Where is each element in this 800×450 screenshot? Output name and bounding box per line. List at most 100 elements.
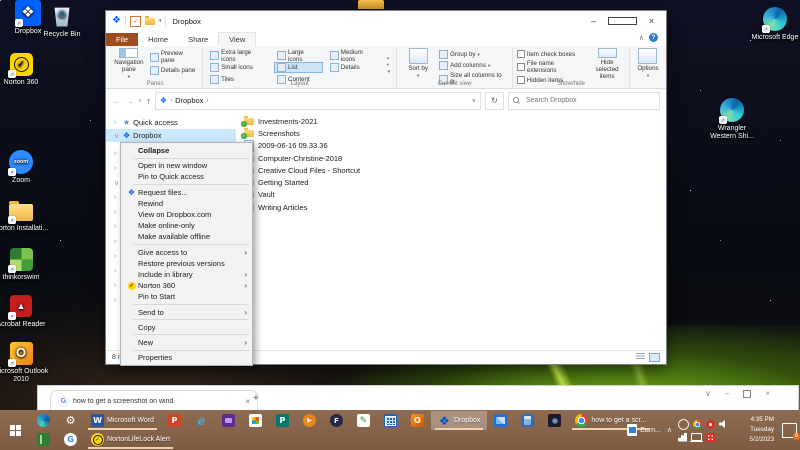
taskbar-button[interactable] <box>269 411 296 430</box>
desktop-icon[interactable]: Acrobat Reader <box>0 293 49 329</box>
options-button[interactable]: Options ▾ <box>634 48 662 80</box>
tree-expander-icon[interactable]: › <box>114 150 119 165</box>
help-icon[interactable]: ? <box>649 33 658 42</box>
tab-close-icon[interactable]: × <box>245 397 250 406</box>
taskbar-button[interactable] <box>188 411 215 430</box>
context-menu-item[interactable]: Give access to › <box>121 247 252 258</box>
context-menu-item[interactable]: Restore previous versions <box>121 258 252 269</box>
file-item[interactable]: Screenshots <box>241 127 666 139</box>
maximize-button[interactable] <box>608 11 637 31</box>
file-item[interactable]: Computer-Christine-2018 <box>244 152 666 164</box>
taskbar-button[interactable] <box>404 411 431 430</box>
taskbar-button[interactable]: how to get a scr... <box>568 411 653 430</box>
current-view-button[interactable]: Group by ▾ <box>439 50 508 59</box>
browser-maximize-button[interactable] <box>743 389 752 398</box>
context-menu-item[interactable]: View on Dropbox.com <box>121 209 252 220</box>
navigation-pane-button[interactable]: Navigation pane ▾ <box>112 48 146 80</box>
tree-expander-icon[interactable]: › <box>114 209 119 224</box>
tree-expander-icon[interactable]: › <box>114 268 119 283</box>
context-menu-item[interactable]: Request files... <box>121 187 252 198</box>
taskbar-button[interactable]: Microsoft Word <box>84 411 161 430</box>
context-menu-item[interactable]: Collapse <box>121 145 252 156</box>
current-view-button[interactable]: Add columns ▾ <box>439 61 508 70</box>
tree-expander-icon[interactable]: › <box>114 223 119 238</box>
action-center-button[interactable]: 8 <box>782 422 800 440</box>
checkbox-icon[interactable] <box>516 50 525 58</box>
recent-locations-icon[interactable]: ∨ <box>138 97 142 104</box>
expand-chevron-icon[interactable]: › <box>114 119 120 126</box>
context-menu-item[interactable]: New › <box>121 337 252 348</box>
collapse-chevron-icon[interactable]: ∨ <box>114 132 120 140</box>
desktop-icon[interactable]: Dropbox <box>0 0 56 36</box>
context-menu-item[interactable]: Copy <box>121 322 252 333</box>
browser-minimize-button[interactable]: – <box>725 389 729 398</box>
taskbar-button[interactable] <box>487 411 514 430</box>
nav-item-dropbox[interactable]: ∨ ❖ Dropbox <box>106 129 236 142</box>
search-input[interactable] <box>524 96 655 105</box>
close-button[interactable]: × <box>637 11 666 31</box>
show-hide-checkbox[interactable]: Item check boxes <box>516 50 585 58</box>
title-bar[interactable]: ❖ ✓ ▾ Dropbox – × <box>106 11 666 31</box>
breadcrumb-item[interactable]: Dropbox <box>175 96 203 105</box>
minimize-button[interactable]: – <box>579 11 608 31</box>
desktop-icon[interactable]: Wrangler Western Shi... <box>704 97 760 141</box>
browser-window[interactable]: G how to get a screenshot on wind × + ∨ … <box>37 385 799 412</box>
file-item[interactable]: Writing Articles <box>244 201 666 213</box>
tray-icon[interactable] <box>719 419 725 429</box>
qat-dropdown-icon[interactable]: ▾ <box>159 18 162 24</box>
refresh-button[interactable]: ↻ <box>485 91 504 110</box>
hide-selected-items-button[interactable]: Hide selected items <box>589 48 625 80</box>
context-menu-item[interactable]: Make online-only <box>121 220 252 231</box>
layout-option[interactable]: Small icons <box>207 62 270 73</box>
taskbar-button[interactable] <box>161 411 188 430</box>
sort-by-button[interactable]: Sort by ▾ <box>401 48 435 80</box>
search-box[interactable] <box>508 91 660 110</box>
taskbar-button[interactable]: Dropbox <box>430 411 488 430</box>
context-menu-item[interactable]: Pin to Start <box>121 291 252 302</box>
forward-button[interactable]: → <box>125 96 134 106</box>
minimize-ribbon-icon[interactable]: ∧ <box>639 34 644 42</box>
layout-option[interactable]: List <box>274 62 323 73</box>
properties-qat-icon[interactable]: ✓ <box>129 15 141 27</box>
taskbar-button[interactable] <box>296 411 323 430</box>
new-tab-button[interactable]: + <box>253 393 259 404</box>
taskbar-button[interactable] <box>30 430 57 449</box>
tray-icon[interactable] <box>706 419 715 429</box>
browser-close-button[interactable]: × <box>765 389 770 398</box>
tray-icon[interactable] <box>678 432 687 442</box>
context-menu-item[interactable]: Include in library › <box>121 269 252 280</box>
file-item[interactable]: 2009-06-16 09.33.36 <box>244 139 666 152</box>
tree-expander-icon[interactable]: › <box>114 165 119 180</box>
taskbar-button[interactable] <box>514 411 541 430</box>
details-view-toggle-icon[interactable] <box>636 353 645 360</box>
ribbon-tab[interactable]: Home <box>138 33 178 46</box>
new-folder-qat-icon[interactable] <box>144 15 155 25</box>
taskbar-button[interactable] <box>215 411 242 430</box>
taskbar-button[interactable] <box>57 430 84 449</box>
ribbon-tab[interactable]: View <box>218 32 257 46</box>
file-item[interactable]: Creative Cloud Files - Shortcut <box>244 164 666 176</box>
tree-expander-icon[interactable]: › <box>114 282 119 297</box>
layout-option[interactable]: Large icons <box>274 49 323 63</box>
address-dropdown-icon[interactable]: ∨ <box>472 97 476 104</box>
nav-item-quick-access[interactable]: › ★ Quick access <box>106 116 236 129</box>
context-menu-item[interactable]: Rewind <box>121 198 252 209</box>
browser-menu-chevron-icon[interactable]: ∨ <box>705 389 711 398</box>
desktop-icon[interactable]: Microsoft Edge <box>747 6 800 42</box>
preview-pane-button[interactable]: Preview pane <box>149 50 198 64</box>
taskbar-button[interactable] <box>350 411 377 430</box>
thumbnail-view-toggle-icon[interactable] <box>649 353 660 362</box>
show-hide-checkbox[interactable]: File name extensions <box>516 60 585 74</box>
context-menu-item[interactable]: Open in new window <box>121 160 252 171</box>
desktop-icon[interactable]: thinkorswim <box>0 246 49 282</box>
ribbon-tab[interactable]: Share <box>178 33 218 46</box>
desktop-icon[interactable]: Norton Installati... <box>0 197 49 233</box>
tree-expander-icon[interactable]: › <box>114 238 119 253</box>
context-menu-item[interactable]: Make available offline <box>121 231 252 242</box>
taskbar-button[interactable] <box>323 411 350 430</box>
taskbar-clock[interactable]: 4:35 PM Tuesday 5/2/2023 <box>734 415 774 444</box>
file-item[interactable]: Vault <box>244 189 666 201</box>
tree-expander-icon[interactable]: › <box>114 194 119 209</box>
ribbon-tab[interactable]: File <box>106 33 139 46</box>
layout-option[interactable]: Details <box>327 62 382 73</box>
